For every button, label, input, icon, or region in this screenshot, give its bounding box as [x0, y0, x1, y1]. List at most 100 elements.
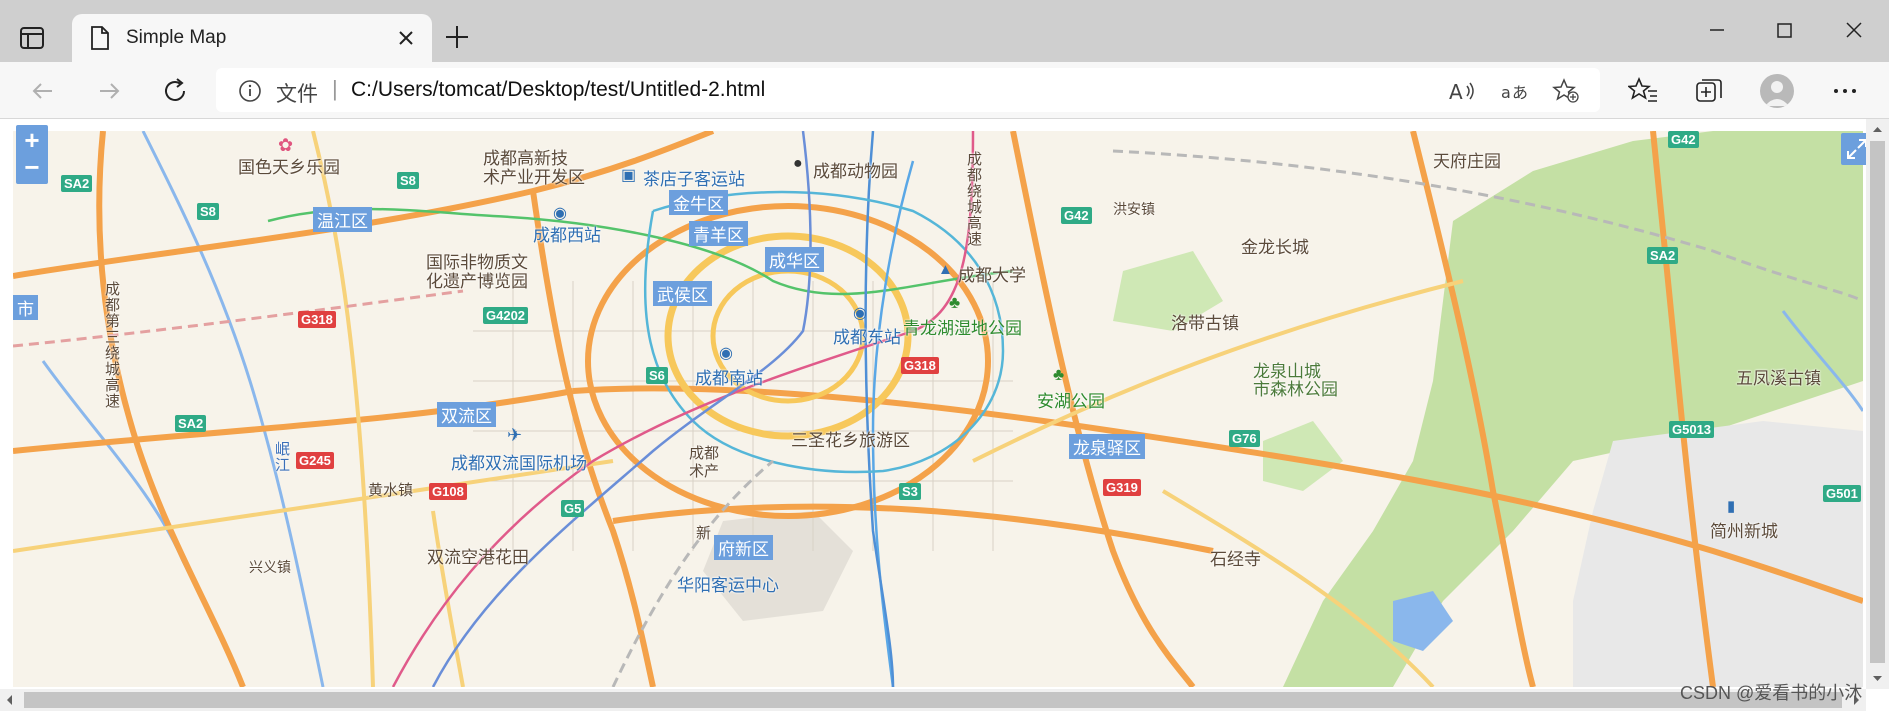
vertical-scrollbar[interactable] [1866, 119, 1889, 689]
tab-simple-map[interactable]: Simple Map [72, 14, 432, 62]
tab-title: Simple Map [126, 27, 227, 48]
map-label-district: 武侯区 [653, 281, 712, 306]
map-label: 成都大学 [958, 266, 1026, 285]
tab-strip: Simple Map [0, 0, 1889, 62]
map-label: 兴义镇 [249, 559, 291, 575]
road-shield: SA2 [1647, 247, 1679, 264]
horizontal-scroll-thumb[interactable] [24, 692, 1842, 708]
road-shield: G501 [1823, 485, 1861, 502]
new-tab-icon[interactable] [444, 24, 470, 50]
map-label-district: 龙泉驿区 [1069, 434, 1145, 459]
station-icon: ◉ [553, 205, 567, 222]
map-label: 洛带古镇 [1171, 314, 1239, 333]
map-label-station: 茶店子客运站 [643, 170, 745, 189]
map-label: 双流空港花田 [427, 548, 529, 567]
road-shield: S6 [646, 367, 668, 384]
road-shield: G5 [561, 500, 585, 517]
road-shield: G76 [1229, 430, 1260, 447]
zoom-out-button[interactable]: − [16, 152, 48, 184]
vertical-scroll-thumb[interactable] [1870, 141, 1885, 663]
map-label: 国际非物质文 化遗产博览园 [426, 253, 528, 291]
url-text[interactable]: C:/Users/tomcat/Desktop/test/Untitled-2.… [351, 78, 765, 102]
map-label-station: 成都双流国际机场 [451, 454, 587, 473]
map-label-district: 青羊区 [689, 221, 748, 246]
map-label-district: 金牛区 [669, 190, 728, 215]
map-label-river: 岷江 [273, 441, 290, 473]
refresh-icon[interactable] [160, 76, 190, 106]
map-label-district: 温江区 [313, 207, 372, 232]
forward-icon[interactable] [94, 76, 124, 106]
close-tab-icon[interactable] [396, 28, 416, 48]
scroll-down-icon[interactable] [1866, 669, 1889, 689]
map-label-road: 成都绕城高速 [965, 151, 982, 247]
back-icon[interactable] [28, 76, 58, 106]
svg-text:A: A [1449, 80, 1463, 104]
profile-avatar[interactable] [1760, 74, 1794, 108]
map-label: 成都动物园 [813, 162, 898, 181]
road-shield: G42 [1061, 207, 1092, 224]
favorites-icon[interactable] [1626, 76, 1658, 106]
svg-text:あ: あ [1512, 83, 1528, 102]
road-shield: S8 [397, 172, 419, 189]
road-shield: G4202 [483, 307, 529, 324]
road-shield: SA2 [61, 175, 93, 192]
map-canvas[interactable]: 国色天乡乐园 成都高新技 术产业开发区 茶店子客运站 成都动物园 天府庄园 温江… [13, 131, 1863, 687]
road-shield: SA2 [175, 415, 207, 432]
road-shield: G318 [901, 357, 939, 374]
horizontal-scrollbar[interactable] [0, 689, 1866, 711]
map-label-station: 成都西站 [533, 226, 601, 245]
map-label-district: 府新区 [714, 535, 773, 560]
map-label: 黄水镇 [368, 482, 414, 499]
map-label: 成都高新技 术产业开发区 [483, 149, 585, 187]
map-label-station: 华阳客运中心 [677, 576, 779, 595]
panda-icon: ● [793, 155, 803, 172]
page-viewport: 国色天乡乐园 成都高新技 术产业开发区 茶店子客运站 成都动物园 天府庄园 温江… [0, 119, 1889, 711]
tree-icon: ♣ [1053, 365, 1065, 384]
map-label: 洪安镇 [1113, 201, 1155, 217]
university-icon: ▲ [938, 261, 953, 278]
page-icon [90, 26, 110, 50]
scroll-left-icon[interactable] [0, 689, 20, 711]
map-label: 三圣花乡旅游区 [791, 431, 910, 450]
watermark-text: CSDN @爱看书的小沐 [1680, 683, 1863, 703]
map-label: 成都 术产 [689, 445, 720, 480]
station-icon: ◉ [853, 305, 867, 322]
map-label-district: 双流区 [437, 402, 496, 427]
map-label: 石经寺 [1210, 550, 1261, 569]
translate-icon[interactable]: aあ [1500, 78, 1528, 104]
collections-icon[interactable] [1694, 76, 1724, 106]
flower-icon: ✿ [278, 135, 294, 155]
map-label-park: 安湖公园 [1037, 392, 1105, 411]
map-label: 天府庄园 [1433, 152, 1501, 171]
map-label: 金龙长城 [1241, 238, 1309, 257]
address-bar[interactable]: 文件 | C:/Users/tomcat/Desktop/test/Untitl… [216, 68, 1600, 112]
maximize-icon[interactable] [1764, 16, 1804, 48]
airport-icon: ✈ [507, 425, 523, 445]
svg-text:a: a [1501, 83, 1511, 102]
tab-actions-icon[interactable] [18, 24, 46, 52]
bus-icon: ▣ [621, 167, 637, 184]
close-window-icon[interactable] [1834, 16, 1874, 48]
road-shield: G42 [1668, 131, 1699, 148]
road-shield: G245 [296, 452, 334, 469]
add-favorite-icon[interactable] [1552, 78, 1580, 104]
road-shield: G319 [1103, 479, 1141, 496]
more-options-icon[interactable] [1830, 76, 1860, 106]
map-label: 五凤溪古镇 [1736, 369, 1821, 388]
map-label: 简州新城 [1710, 522, 1778, 541]
address-separator: | [332, 76, 338, 101]
scroll-up-icon[interactable] [1866, 119, 1889, 139]
info-icon[interactable] [238, 79, 262, 103]
map-label-road: 成都第三绕城高速 [103, 281, 120, 409]
browser-toolbar: 文件 | C:/Users/tomcat/Desktop/test/Untitl… [0, 62, 1889, 119]
minimize-icon[interactable] [1696, 16, 1736, 48]
map-label-station: 成都南站 [695, 369, 763, 388]
map-basemap [13, 131, 1863, 687]
road-shield: G5013 [1669, 421, 1715, 438]
road-shield: S3 [899, 483, 921, 500]
map-label: 国色天乡乐园 [238, 158, 340, 177]
security-label: 文件 [276, 83, 318, 106]
map-label: 新 [696, 525, 712, 542]
road-shield: G108 [429, 483, 467, 500]
read-aloud-icon[interactable]: A [1448, 78, 1476, 104]
